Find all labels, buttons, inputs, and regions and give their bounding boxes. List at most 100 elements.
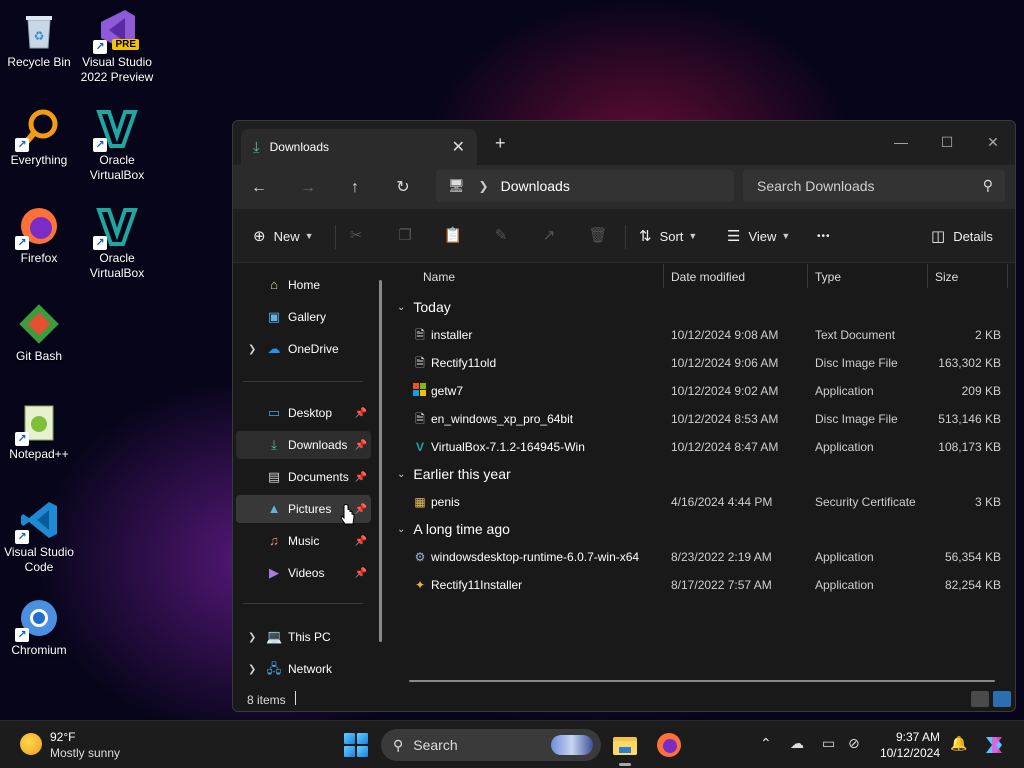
column-divider[interactable]	[807, 264, 808, 288]
desktop-icon-recycle-bin[interactable]: ♻ Recycle Bin	[0, 8, 78, 70]
forward-button[interactable]: →	[293, 173, 323, 203]
desktop-icon-label: Git Bash	[15, 349, 63, 363]
paste-icon[interactable]: 📋	[440, 223, 466, 249]
column-header-type[interactable]: Type	[815, 264, 841, 290]
copy-icon[interactable]: ❐	[392, 223, 418, 249]
file-row[interactable]: 🗎 Rectify11old 10/12/2024 9:06 AM Disc I…	[389, 349, 1009, 377]
file-row[interactable]: ✦ Rectify11Installer 8/17/2022 7:57 AM A…	[389, 571, 1009, 599]
clock-time[interactable]: 9:37 AM	[896, 730, 940, 744]
delete-icon[interactable]: 🗑	[585, 223, 611, 249]
installer-icon: ⚙	[414, 550, 426, 564]
column-divider[interactable]	[927, 264, 928, 288]
column-divider[interactable]	[1007, 264, 1008, 288]
refresh-button[interactable]: ↻	[388, 173, 418, 203]
column-header-size[interactable]: Size	[935, 264, 958, 290]
more-options-button[interactable]: •••	[817, 223, 831, 249]
chevron-right-icon[interactable]: ❯	[248, 632, 256, 643]
download-arrow-icon: ⤓	[253, 138, 260, 156]
file-row[interactable]: V VirtualBox-7.1.2-164945-Win 10/12/2024…	[389, 433, 1009, 461]
file-row[interactable]: ⚙ windowsdesktop-runtime-6.0.7-win-x64 8…	[389, 543, 1009, 571]
details-view-button[interactable]	[971, 691, 989, 707]
status-divider	[295, 691, 296, 705]
virtualbox-installer-icon: V	[415, 440, 424, 454]
clock-date[interactable]: 10/12/2024	[880, 746, 940, 760]
maximize-button[interactable]: ☐	[925, 127, 969, 157]
start-button[interactable]	[344, 733, 368, 757]
desktop-icon-label: Oracle VirtualBox	[89, 153, 145, 182]
tab-title: Downloads	[269, 140, 330, 154]
chevron-right-icon[interactable]: ❯	[248, 664, 256, 675]
details-pane-button[interactable]: ◫ Details	[931, 223, 993, 249]
view-button[interactable]: ☰ View ▼	[727, 223, 790, 249]
breadcrumb-downloads[interactable]: Downloads	[501, 178, 570, 194]
taskbar-search[interactable]: ⚲ Search	[381, 729, 601, 761]
file-row[interactable]: 🗎 installer 10/12/2024 9:08 AM Text Docu…	[389, 321, 1009, 349]
group-header-a-long-time-ago[interactable]: ⌄ A long time ago	[397, 517, 510, 541]
firefox-taskbar-icon[interactable]	[655, 731, 683, 759]
sidebar-item-gallery[interactable]: ▣ Gallery	[236, 303, 371, 331]
title-bar[interactable]: ⤓ Downloads ✕ + — ☐ ✕	[233, 121, 1015, 165]
sidebar-item-downloads[interactable]: ⤓ Downloads 📌	[236, 431, 371, 459]
sidebar-item-music[interactable]: ♫ Music 📌	[236, 527, 371, 555]
desktop-icon-everything[interactable]: ↗ Everything	[0, 106, 78, 168]
group-header-earlier-this-year[interactable]: ⌄ Earlier this year	[397, 462, 511, 486]
tab-downloads[interactable]: ⤓ Downloads ✕	[241, 129, 477, 165]
desktop-icon-chromium[interactable]: ↗ Chromium	[0, 596, 78, 658]
desktop-icon-vscode[interactable]: ↗ Visual Studio Code	[0, 498, 78, 575]
file-row[interactable]: 🗎 en_windows_xp_pro_64bit 10/12/2024 8:5…	[389, 405, 1009, 433]
column-header-name[interactable]: Name	[423, 264, 455, 290]
close-tab-icon[interactable]: ✕	[452, 137, 465, 157]
desktop-icon-git-bash[interactable]: Git Bash	[0, 302, 78, 364]
share-icon[interactable]: ↗	[536, 223, 562, 249]
sidebar-item-desktop[interactable]: ▭ Desktop 📌	[236, 399, 371, 427]
cut-icon[interactable]: ✂	[343, 223, 369, 249]
show-hidden-icons-chevron-icon[interactable]: ⌃	[760, 735, 772, 752]
sort-button[interactable]: ⇅ Sort ▼	[639, 223, 697, 249]
desktop-icon-virtualbox-1[interactable]: ↗ Oracle VirtualBox	[78, 106, 156, 183]
up-button[interactable]: ↑	[340, 173, 370, 203]
shortcut-arrow-icon: ↗	[15, 138, 29, 152]
column-divider[interactable]	[663, 264, 664, 288]
sidebar-item-videos[interactable]: ▶ Videos 📌	[236, 559, 371, 587]
desktop-icon-virtualbox-2[interactable]: ↗ Oracle VirtualBox	[78, 204, 156, 281]
copilot-icon[interactable]	[980, 731, 1008, 759]
search-input[interactable]	[757, 178, 967, 194]
sidebar-item-home[interactable]: ⌂ Home	[236, 271, 371, 299]
search-box[interactable]: ⚲	[743, 170, 1005, 202]
sidebar-item-documents[interactable]: ▤ Documents 📌	[236, 463, 371, 491]
desktop-icon-notepad-plus-plus[interactable]: ↗ Notepad++	[0, 400, 78, 462]
weather-temperature: 92°F	[50, 730, 76, 744]
minimize-button[interactable]: —	[879, 127, 923, 157]
new-tab-button[interactable]: +	[495, 133, 506, 154]
search-icon[interactable]: ⚲	[983, 177, 993, 194]
desktop-icon-firefox[interactable]: ↗ Firefox	[0, 204, 78, 266]
breadcrumb-separator-icon[interactable]: ❯	[479, 179, 489, 193]
onedrive-tray-icon[interactable]: ☁	[790, 735, 804, 752]
desktop-icon-visual-studio-preview[interactable]: PRE ↗ Visual Studio 2022 Preview	[78, 8, 156, 85]
tiles-view-button[interactable]	[993, 691, 1011, 707]
sidebar-item-this-pc[interactable]: ❯ 💻 This PC	[236, 623, 371, 651]
sidebar-scrollbar[interactable]	[379, 280, 382, 642]
rename-icon[interactable]: ✎	[488, 223, 514, 249]
network-status-icon[interactable]: ⊘	[848, 735, 860, 752]
file-explorer-taskbar-icon[interactable]	[611, 731, 639, 766]
file-row[interactable]: ▦ penis 4/16/2024 4:44 PM Security Certi…	[389, 488, 1009, 516]
shortcut-arrow-icon: ↗	[15, 236, 29, 250]
sidebar-item-onedrive[interactable]: ❯ ☁ OneDrive	[236, 335, 371, 363]
view-button-label: View	[748, 228, 777, 244]
chevron-down-icon: ▼	[781, 231, 791, 241]
back-button[interactable]: ←	[244, 173, 274, 203]
address-bar[interactable]: 🖥 ❯ Downloads	[436, 170, 734, 202]
desktop-icon-label: Notepad++	[9, 447, 69, 461]
chevron-right-icon[interactable]: ❯	[248, 344, 256, 355]
column-header-date-modified[interactable]: Date modified	[671, 264, 745, 290]
new-button[interactable]: ⊕ New ▼	[253, 223, 314, 249]
display-tray-icon[interactable]: ▭	[822, 735, 835, 752]
close-window-button[interactable]: ✕	[971, 127, 1015, 157]
notification-bell-icon[interactable]: 🔔	[950, 735, 967, 752]
horizontal-scrollbar[interactable]	[409, 680, 995, 682]
group-header-today[interactable]: ⌄ Today	[397, 295, 451, 319]
onedrive-icon: ☁	[267, 341, 281, 356]
file-row[interactable]: getw7 10/12/2024 9:02 AM Application 209…	[389, 377, 1009, 405]
sidebar-item-network[interactable]: ❯ 🖧 Network	[236, 655, 371, 683]
